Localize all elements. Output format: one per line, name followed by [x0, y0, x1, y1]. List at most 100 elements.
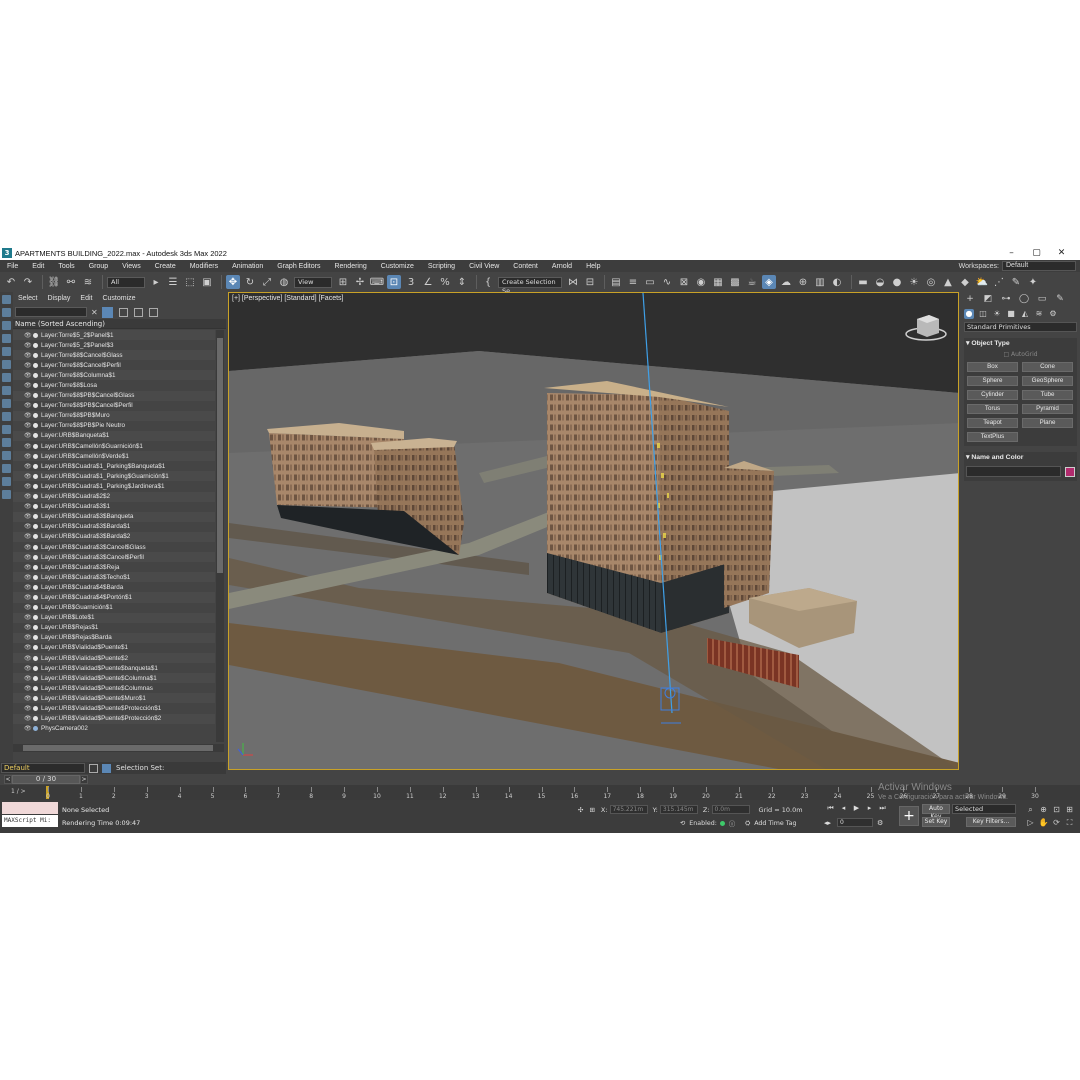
display-tab-icon[interactable]: ▭ [1036, 294, 1048, 304]
display-groups-icon[interactable] [2, 386, 11, 395]
select-move-icon[interactable]: ✥ [226, 275, 240, 289]
visibility-eye-icon[interactable]: 👁︎ [24, 483, 32, 490]
sync-selection-icon[interactable] [133, 307, 143, 317]
link-icon[interactable]: ⛓ [47, 275, 61, 289]
explorer-search-input[interactable] [15, 307, 87, 317]
filter-toggle-icon[interactable] [101, 306, 113, 318]
list-item[interactable]: 👁︎ Layer:URB$Cuadra$3$Reja [13, 562, 215, 572]
visibility-eye-icon[interactable]: 👁︎ [24, 453, 32, 460]
visibility-eye-icon[interactable]: 👁︎ [24, 544, 32, 551]
display-containers-icon[interactable] [2, 425, 11, 434]
list-item[interactable]: 👁︎ Layer:Torre$5_2$Panel$1 [13, 330, 215, 341]
visibility-eye-icon[interactable]: 👁︎ [24, 685, 32, 692]
snaps-toggle-icon[interactable]: ⊡ [387, 275, 401, 289]
filter-icon[interactable] [2, 490, 11, 499]
visibility-eye-icon[interactable]: 👁︎ [24, 533, 32, 540]
list-item[interactable]: 👁︎ Layer:URB$Banqueta$1 [13, 430, 215, 442]
list-item[interactable]: 👁︎ Layer:URB$Vialidad$Puente$1 [13, 643, 215, 653]
zoom-extents-all-icon[interactable]: ⊞ [1063, 803, 1076, 816]
list-item[interactable]: 👁︎ Layer:URB$Guarnición$1 [13, 603, 215, 613]
object-color-swatch[interactable] [1065, 466, 1075, 477]
visibility-eye-icon[interactable]: 👁︎ [24, 715, 32, 722]
list-item[interactable]: 👁︎ Layer:URB$Vialidad$Puente$Protección$2 [13, 713, 215, 724]
bind-space-warp-icon[interactable]: ≋ [81, 275, 95, 289]
menu-graph-editors[interactable]: Graph Editors [270, 263, 327, 270]
plane-button[interactable]: Plane [1022, 418, 1073, 428]
list-item[interactable]: 👁︎ Layer:URB$Cuadra$1_Parking$Guarnición$… [13, 471, 215, 482]
list-item[interactable]: 👁︎ Layer:Torre$8$Cancel$Glass [13, 350, 215, 361]
autogrid-checkbox[interactable]: □ AutoGrid [964, 351, 1077, 358]
select-object-icon[interactable]: ▸ [149, 275, 163, 289]
scrollbar-thumb[interactable] [217, 338, 223, 573]
arnold-light-icon[interactable]: ▬ [856, 275, 870, 289]
render-in-cloud-icon[interactable]: ☁ [779, 275, 793, 289]
info-icon[interactable]: ⓘ [729, 819, 735, 828]
scrollbar-thumb[interactable] [23, 745, 213, 751]
display-all-icon[interactable] [2, 464, 11, 473]
x-field[interactable]: 745.221m [609, 805, 648, 814]
material-editor-icon[interactable]: ◉ [694, 275, 708, 289]
list-item[interactable]: 👁︎ Layer:URB$Cuadra$1_Parking$Jardinera$1 [13, 481, 215, 491]
orbit-icon[interactable]: ⟳ [1050, 816, 1063, 829]
hierarchy-tab-icon[interactable]: ⊶ [1000, 294, 1012, 304]
absolute-mode-icon[interactable]: ⊞ [589, 806, 594, 814]
layer-stack-icon[interactable] [89, 763, 98, 773]
redo-icon[interactable]: ↷ [21, 275, 35, 289]
lock-icon[interactable] [118, 307, 128, 317]
maxscript-listener-box[interactable] [2, 802, 58, 814]
undo-icon[interactable]: ↶ [4, 275, 18, 289]
visibility-eye-icon[interactable]: 👁︎ [24, 564, 32, 571]
placement-icon[interactable]: ◍ [277, 275, 291, 289]
arnold-photometric-icon[interactable]: ◎ [924, 275, 938, 289]
display-hidden-icon[interactable] [2, 451, 11, 460]
toggle-layer-explorer-icon[interactable]: ≡ [626, 275, 640, 289]
render-region-icon[interactable]: ▥ [813, 275, 827, 289]
visibility-eye-icon[interactable]: 👁︎ [24, 332, 32, 339]
visibility-eye-icon[interactable]: 👁︎ [24, 614, 32, 621]
schematic-view-icon[interactable]: ⊠ [677, 275, 691, 289]
list-item[interactable]: 👁︎ Layer:URB$Cuadra$3$Techo$1 [13, 572, 215, 583]
sphere-button[interactable]: Sphere [967, 376, 1018, 386]
y-field[interactable]: 315.145m [659, 805, 698, 814]
menu-edit[interactable]: Edit [25, 263, 51, 270]
explorer-menu-select[interactable]: Select [13, 295, 42, 302]
visibility-eye-icon[interactable]: 👁︎ [24, 523, 32, 530]
time-config-icon[interactable]: ⚙ [877, 819, 883, 827]
list-item[interactable]: 👁︎ Layer:URB$Cuadra$4$Portón$1 [13, 592, 215, 603]
zoom-icon[interactable]: ⌕ [1024, 803, 1037, 816]
list-item[interactable]: 👁︎ Layer:URB$Vialidad$Puente$Columna$1 [13, 673, 215, 684]
menu-create[interactable]: Create [148, 263, 183, 270]
isolate-selection-icon[interactable]: ✣ [578, 806, 583, 814]
close-button[interactable]: ✕ [1049, 246, 1074, 260]
workspaces-dropdown[interactable]: Default [1002, 261, 1076, 271]
percent-snap-icon[interactable]: % [438, 275, 452, 289]
rectangle-selection-icon[interactable]: ⬚ [183, 275, 197, 289]
visibility-eye-icon[interactable]: 👁︎ [24, 513, 32, 520]
list-item[interactable]: 👁︎ Layer:Torre$8$Losa [13, 380, 215, 390]
menu-help[interactable]: Help [579, 263, 607, 270]
visibility-eye-icon[interactable]: 👁︎ [24, 594, 32, 601]
list-item[interactable]: 👁︎ Layer:URB$Cuadra$3$Barda$2 [13, 531, 215, 542]
display-geometry-icon[interactable] [2, 308, 11, 317]
a360-gallery-icon[interactable]: ⊕ [796, 275, 810, 289]
explorer-vertical-scrollbar[interactable] [216, 330, 224, 742]
list-item[interactable]: 👁︎ Layer:Torre$8$PB$Cancel$Perfil [13, 401, 215, 411]
visibility-eye-icon[interactable]: 👁︎ [24, 675, 32, 682]
frame-counter[interactable]: 0 / 30 [12, 775, 80, 784]
current-layer-dropdown[interactable]: Default [1, 763, 85, 773]
pyramid-button[interactable]: Pyramid [1022, 404, 1073, 414]
arnold-hair-icon[interactable]: ⋰ [992, 275, 1006, 289]
visibility-eye-icon[interactable]: 👁︎ [24, 554, 32, 561]
visibility-eye-icon[interactable]: 👁︎ [24, 473, 32, 480]
geometry-icon[interactable]: ● [964, 308, 974, 319]
unlink-icon[interactable]: ⚯ [64, 275, 78, 289]
explorer-column-header[interactable]: Name (Sorted Ascending) [13, 319, 226, 329]
menu-modifiers[interactable]: Modifiers [183, 263, 225, 270]
rendered-frame-window-icon[interactable]: ▩ [728, 275, 742, 289]
menu-tools[interactable]: Tools [51, 263, 81, 270]
display-lights-icon[interactable] [2, 334, 11, 343]
list-item[interactable]: 👁︎ Layer:URB$Cuadra$3$Barda$1 [13, 522, 215, 532]
box-button[interactable]: Box [967, 362, 1018, 372]
menu-content[interactable]: Content [506, 263, 545, 270]
cylinder-button[interactable]: Cylinder [967, 390, 1018, 400]
